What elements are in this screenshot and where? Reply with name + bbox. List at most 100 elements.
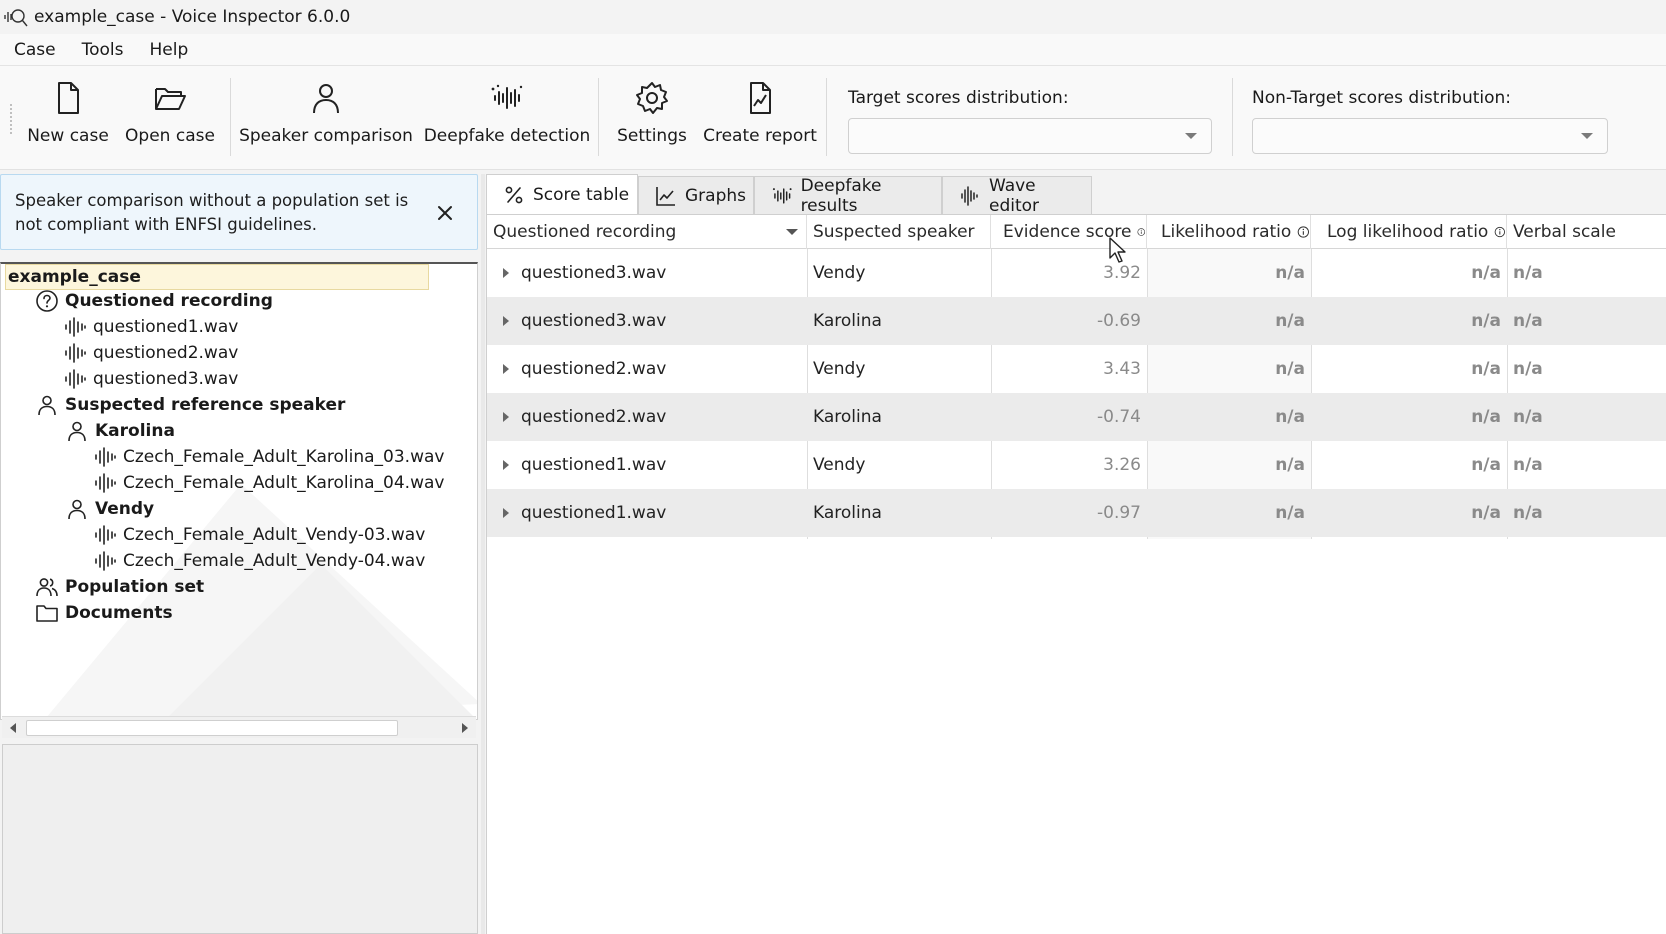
cell-log-likelihood-ratio: n/a [1471, 455, 1501, 475]
column-header-likelihood-ratio[interactable]: Likelihood ratio [1147, 215, 1311, 249]
tree-root-case[interactable]: example_case [5, 264, 429, 290]
waveform-icon [65, 317, 86, 337]
cell-verbal-scale: n/a [1513, 359, 1543, 379]
column-header-questioned-recording[interactable]: Questioned recording [487, 215, 807, 249]
line-chart-icon [656, 186, 675, 206]
tree-file-karolina-03[interactable]: Czech_Female_Adult_Karolina_03.wav [93, 444, 444, 470]
tree-file-questioned3[interactable]: questioned3.wav [63, 366, 238, 392]
tree-file-questioned2[interactable]: questioned2.wav [63, 340, 238, 366]
speaker-comparison-label: Speaker comparison [239, 126, 413, 146]
table-row[interactable]: questioned2.wav Karolina -0.74 n/a n/a n… [487, 393, 1666, 441]
expand-row-icon[interactable] [503, 316, 509, 326]
scrollbar-thumb[interactable] [26, 720, 398, 736]
waveform-icon [961, 185, 978, 206]
speaker-comparison-button[interactable]: Speaker comparison [239, 80, 413, 160]
expand-row-icon[interactable] [503, 412, 509, 422]
expand-row-icon[interactable] [503, 460, 509, 470]
deepfake-detection-button[interactable]: Deepfake detection [424, 80, 590, 160]
folder-icon [36, 605, 58, 622]
tree-file-vendy-04[interactable]: Czech_Female_Adult_Vendy-04.wav [93, 548, 425, 574]
tree-file-label: Czech_Female_Adult_Karolina_03.wav [123, 447, 445, 467]
cell-recording: questioned1.wav [521, 455, 667, 475]
waveform-icon [65, 343, 86, 363]
column-header-suspected-speaker[interactable]: Suspected speaker [807, 215, 991, 249]
tab-graphs[interactable]: Graphs [638, 176, 754, 214]
panel-splitter[interactable] [481, 174, 485, 934]
expand-row-icon[interactable] [503, 364, 509, 374]
chevron-down-icon [1185, 133, 1197, 139]
voice-inspector-logo-icon [2, 5, 30, 29]
cell-speaker: Karolina [813, 503, 882, 523]
score-table[interactable]: Questioned recording Suspected speaker E… [486, 214, 1666, 934]
info-icon[interactable] [1297, 224, 1310, 240]
table-row[interactable]: questioned1.wav Vendy 3.26 n/a n/a n/a [487, 441, 1666, 489]
menu-help[interactable]: Help [136, 40, 201, 60]
table-row[interactable]: questioned3.wav Karolina -0.69 n/a n/a n… [487, 297, 1666, 345]
tree-file-karolina-04[interactable]: Czech_Female_Adult_Karolina_04.wav [93, 470, 444, 496]
tree-file-label: questioned1.wav [93, 317, 239, 337]
table-row[interactable]: questioned2.wav Vendy 3.43 n/a n/a n/a [487, 345, 1666, 393]
target-distribution-select[interactable] [848, 118, 1212, 154]
cell-log-likelihood-ratio: n/a [1471, 311, 1501, 331]
tree-node-speaker-vendy[interactable]: Vendy [65, 496, 154, 522]
waveform-icon [65, 369, 86, 389]
expand-row-icon[interactable] [503, 508, 509, 518]
column-header-verbal-scale[interactable]: Verbal scale [1507, 215, 1666, 249]
cell-likelihood-ratio: n/a [1275, 263, 1305, 283]
toolbar-grip[interactable] [10, 104, 12, 134]
column-header-log-likelihood-ratio[interactable]: Log likelihood ratio [1311, 215, 1507, 249]
info-icon[interactable] [1494, 224, 1506, 240]
case-tree[interactable]: example_case Questioned recording questi… [0, 262, 478, 720]
person-icon [68, 421, 86, 442]
toolbar-separator [598, 78, 599, 156]
cell-speaker: Karolina [813, 407, 882, 427]
chevron-down-icon [1581, 133, 1593, 139]
table-row[interactable]: questioned3.wav Vendy 3.92 n/a n/a n/a [487, 249, 1666, 297]
create-report-label: Create report [703, 126, 817, 146]
menu-case[interactable]: Case [0, 40, 68, 60]
scroll-right-icon[interactable] [462, 723, 468, 733]
settings-button[interactable]: Settings [612, 80, 692, 160]
mouse-cursor-icon [1109, 237, 1126, 263]
menu-tools[interactable]: Tools [68, 40, 136, 60]
question-circle-icon [36, 290, 58, 312]
new-case-button[interactable]: New case [27, 80, 109, 160]
tab-wave-editor[interactable]: Wave editor [942, 176, 1092, 216]
report-chart-icon [750, 82, 771, 114]
window-title: example_case - Voice Inspector 6.0.0 [34, 7, 351, 27]
scroll-left-icon[interactable] [10, 723, 16, 733]
info-icon[interactable] [1137, 224, 1146, 240]
create-report-button[interactable]: Create report [703, 80, 817, 160]
tab-deepfake-results[interactable]: Deepfake results [754, 176, 942, 216]
details-panel [2, 744, 478, 934]
waveform-icon [95, 551, 116, 571]
tree-file-questioned1[interactable]: questioned1.wav [63, 314, 238, 340]
table-row[interactable]: questioned1.wav Karolina -0.97 n/a n/a n… [487, 489, 1666, 537]
tree-node-documents[interactable]: Documents [35, 600, 173, 626]
close-icon[interactable] [433, 201, 457, 225]
cell-evidence-score: -0.69 [1097, 311, 1141, 331]
open-case-button[interactable]: Open case [122, 80, 218, 160]
tree-horizontal-scrollbar[interactable] [2, 716, 476, 738]
cell-likelihood-ratio: n/a [1275, 359, 1305, 379]
tab-score-table[interactable]: Score table [486, 174, 638, 215]
sort-descending-icon[interactable] [786, 229, 798, 235]
tab-label: Score table [533, 185, 630, 205]
waveform-icon [95, 447, 116, 467]
tree-node-suspected-reference-speaker[interactable]: Suspected reference speaker [35, 392, 345, 418]
cell-speaker: Karolina [813, 311, 882, 331]
tree-node-questioned-recording[interactable]: Questioned recording [35, 288, 273, 314]
cell-evidence-score: -0.97 [1097, 503, 1141, 523]
cell-recording: questioned3.wav [521, 311, 667, 331]
tree-file-vendy-03[interactable]: Czech_Female_Adult_Vendy-03.wav [93, 522, 425, 548]
gear-icon [636, 82, 668, 114]
cell-log-likelihood-ratio: n/a [1471, 359, 1501, 379]
tree-node-speaker-karolina[interactable]: Karolina [65, 418, 175, 444]
cell-speaker: Vendy [813, 455, 866, 475]
nontarget-distribution-select[interactable] [1252, 118, 1608, 154]
cell-evidence-score: -0.74 [1097, 407, 1141, 427]
expand-row-icon[interactable] [503, 268, 509, 278]
tree-node-population-set[interactable]: Population set [35, 574, 204, 600]
people-icon [36, 578, 58, 597]
waveform-icon [95, 525, 116, 545]
